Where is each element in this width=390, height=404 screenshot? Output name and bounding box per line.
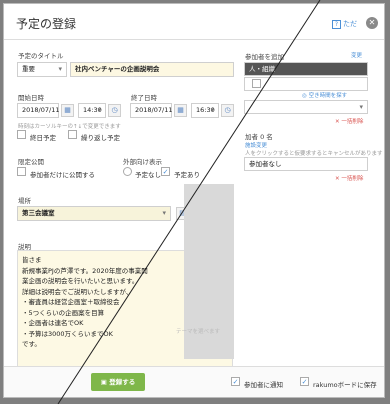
tear-line [57, 0, 321, 404]
